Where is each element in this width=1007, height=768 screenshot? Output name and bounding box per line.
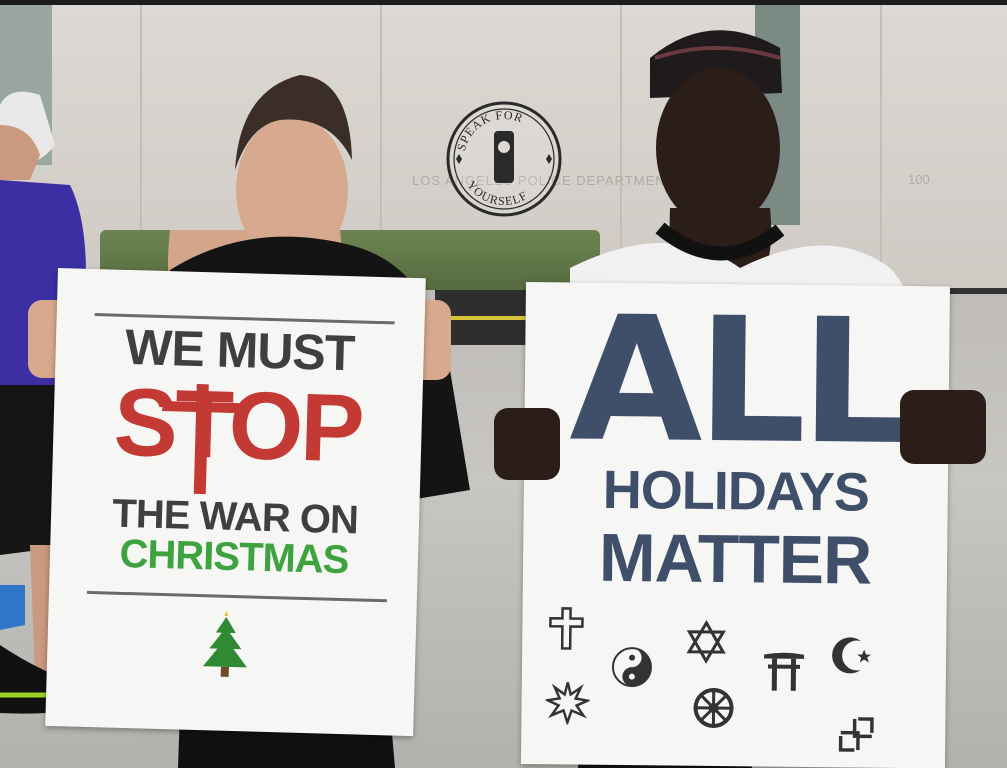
sign-rule — [86, 590, 387, 603]
star-of-david-icon — [686, 619, 726, 664]
sign-left-line4: CHRISTMAS — [119, 531, 349, 583]
hand — [900, 390, 986, 464]
torii-gate-icon — [764, 652, 805, 691]
hand — [494, 408, 560, 480]
photo-scene: LOS ANGELES POLICE DEPARTMENT 100 SPEAK … — [0, 0, 1007, 768]
yin-yang-icon — [611, 647, 652, 688]
sign-right-line3: MATTER — [598, 519, 872, 599]
sign-right-line2: HOLIDAYS — [602, 459, 870, 523]
cross-icon — [549, 607, 584, 650]
protest-sign-right: ALL HOLIDAYS MATTER — [520, 278, 950, 768]
sign-right-line1: ALL — [568, 278, 906, 483]
christmas-tree-icon — [202, 610, 247, 677]
nine-point-star-icon — [545, 682, 590, 725]
crescent-star-icon — [832, 637, 873, 674]
protest-sign-left: WE MUST STOP THE WAR ON CHRISTMAS — [45, 268, 426, 737]
swastika-icon — [838, 717, 874, 752]
crucifix-icon — [162, 383, 243, 495]
dharma-wheel-icon — [693, 687, 734, 729]
